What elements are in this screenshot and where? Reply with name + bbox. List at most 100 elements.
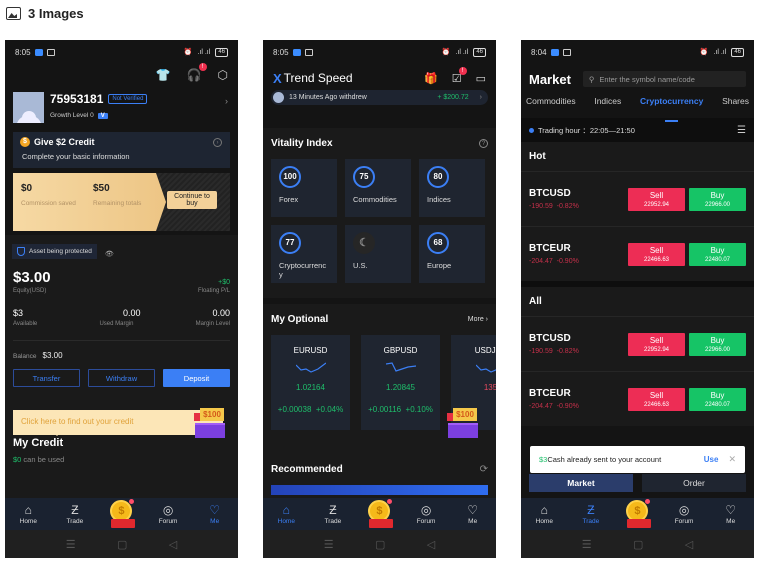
order-tab-button[interactable]: Order [642,474,746,492]
recommended-banner[interactable] [271,485,488,495]
sell-button[interactable]: Sell 22466.63 [628,387,685,411]
gift-box-icon[interactable]: $100 [444,406,482,438]
phone-screen-me: 8:05 ⏰ .ıl .ıl 46 👕 🎧 ⬡ 75953181 Not Verifi… [5,40,238,558]
back-icon[interactable]: ◁ [685,538,693,551]
vip-badge: V [97,112,108,119]
system-nav-bar: ☰ ▢ ◁ [521,530,754,558]
withdraw-ticker[interactable]: 13 Minutes Ago withdrew + $200.72 › [271,90,488,105]
buy-button[interactable]: Buy 22966.00 [689,187,746,211]
asset-protected-badge: Asset being protected [12,244,97,259]
credit-card-subtitle: Complete your basic information [22,152,130,161]
close-icon[interactable]: ✕ [728,454,736,465]
back-icon[interactable]: ◁ [169,538,177,551]
nav-trade[interactable]: Ƶ Trade [313,503,353,525]
home-square-icon[interactable]: ▢ [117,538,127,551]
market-row[interactable]: BTCEUR -204.47 -0.90% Sell 22466.63 Buy 22480… [521,371,754,426]
market-row[interactable]: BTCUSD -190.59 -0.82% Sell 22952.94 Buy 22966… [521,171,754,226]
optional-change [489,405,491,414]
nav-me[interactable]: ♡ Me [453,503,493,525]
vitality-card[interactable]: 68 Europe [419,225,485,283]
withdraw-button[interactable]: Withdraw [88,369,155,387]
not-verified-badge[interactable]: Not Verified [108,94,148,104]
vitality-score-ring: 100 [279,166,301,188]
margin-level-value: 0.00 [212,308,230,318]
vitality-card[interactable]: 75 Commodities [345,159,411,217]
notification-icon [304,48,313,56]
dollar-coin-icon: $ [20,137,30,147]
use-button[interactable]: Use [704,455,719,464]
app-notification-icon [292,48,301,56]
optional-card[interactable]: GBPUSD 1.20845 +0.00116 +0.10% [361,335,440,430]
vitality-card[interactable]: 77 Cryptocurrency [271,225,337,283]
tab-shares[interactable]: Shares [722,96,749,116]
calendar-check-icon[interactable]: ☑ [452,66,467,85]
sell-button[interactable]: Sell 22952.94 [628,332,685,356]
nav-forum[interactable]: ◎ Forum [664,503,704,525]
nav-reward[interactable]: $ [101,499,141,528]
support-headset-icon[interactable]: 🎧 [187,63,207,86]
gift-box-icon[interactable]: $100 [191,406,229,438]
menu-icon[interactable]: ☰ [66,538,76,551]
buy-button[interactable]: Buy 22480.07 [689,387,746,411]
nav-home[interactable]: ⌂ Home [8,503,48,525]
tab-cryptocurrency[interactable]: Cryptocurrency [640,96,703,122]
buy-button[interactable]: Buy 22966.00 [689,332,746,356]
nav-trade[interactable]: Ƶ Trade [55,503,95,525]
nav-trade[interactable]: Ƶ Trade [571,502,611,525]
vitality-card[interactable]: 80 Indices [419,159,485,217]
continue-to-buy-button[interactable]: Continue to buy [167,191,217,209]
market-tab-button[interactable]: Market [529,474,633,492]
optional-price: 135 [483,383,496,392]
give-credit-card[interactable]: $ Give $2 Credit Complete your basic info… [13,132,230,168]
menu-icon[interactable]: ☰ [324,538,334,551]
help-icon[interactable]: ? [479,139,488,148]
nav-forum[interactable]: ◎ Forum [406,503,446,525]
commission-saved-label: Commission saved [21,200,76,207]
app-notification-icon [34,48,43,56]
nav-reward[interactable]: $ [359,499,399,528]
menu-icon[interactable]: ☰ [582,538,592,551]
eye-icon[interactable]: 👁 [105,251,114,258]
settings-icon[interactable]: ⬡ [218,68,228,86]
ticker-amount: + $200.72 [437,94,469,101]
nav-me[interactable]: ♡ Me [195,502,235,525]
chevron-right-icon[interactable]: › [225,96,228,106]
nav-home[interactable]: ⌂ Home [266,503,306,525]
profile-header[interactable]: 75953181 Not Verified Growth Level 0V › [5,86,238,128]
more-link[interactable]: More › [468,316,488,323]
sort-icon[interactable]: ☰ [737,125,746,136]
used-margin-value: 0.00 [122,308,141,318]
tab-indices[interactable]: Indices [594,96,621,116]
message-icon[interactable]: ▭ [476,72,486,85]
bottom-nav: ⌂ Home Ƶ Trade $ ◎ Forum ♡ Me [521,498,754,530]
shirt-icon[interactable]: 👕 [156,68,171,86]
refresh-icon[interactable]: ⟳ [480,464,488,475]
vitality-label: Europe [427,261,452,270]
buy-button[interactable]: Buy 22480.07 [689,242,746,266]
home-square-icon[interactable]: ▢ [633,538,643,551]
gift-icon[interactable]: 🎁 [424,72,438,85]
transfer-button[interactable]: Transfer [13,369,80,387]
optional-card[interactable]: EURUSD 1.02164 +0.00038 +0.04% [271,335,350,430]
nav-reward[interactable]: $ [617,499,657,528]
market-row[interactable]: BTCEUR -204.47 -0.90% Sell 22466.63 Buy 22480… [521,226,754,281]
tab-commodities[interactable]: Commodities [526,96,576,116]
nav-label: Forum [416,517,436,525]
back-icon[interactable]: ◁ [427,538,435,551]
vitality-card[interactable]: 100 Forex [271,159,337,217]
sell-button[interactable]: Sell 22952.94 [628,187,685,211]
symbol: BTCEUR [529,388,571,399]
me-bulb-icon: ♡ [209,502,221,517]
nav-label: Home [277,517,295,525]
chevron-right-icon: › [479,94,482,101]
symbol-search-input[interactable]: ⚲ Enter the symbol name/code [582,71,746,87]
vitality-card[interactable]: ☾ U.S. [345,225,411,283]
sell-button[interactable]: Sell 22466.63 [628,242,685,266]
nav-home[interactable]: ⌂ Home [524,503,564,525]
deposit-button[interactable]: Deposit [163,369,230,387]
nav-forum[interactable]: ◎ Forum [148,503,188,525]
nav-me[interactable]: ♡ Me [711,503,751,525]
market-row[interactable]: BTCUSD -190.59 -0.82% Sell 22952.94 Buy 22966… [521,316,754,371]
trade-icon: Ƶ [587,502,595,517]
home-square-icon[interactable]: ▢ [375,538,385,551]
